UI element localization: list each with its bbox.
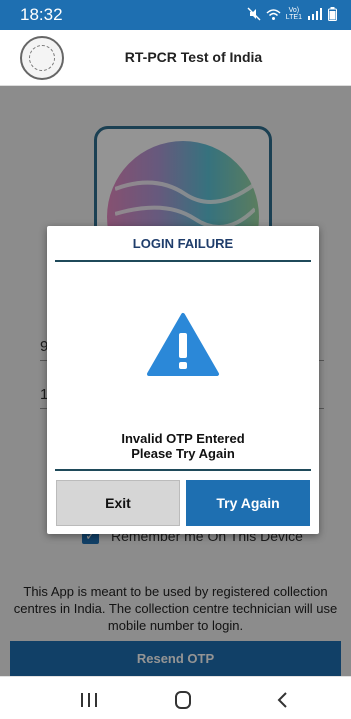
status-icons: Vo) LTE1 [247, 7, 337, 21]
system-nav-bar [0, 676, 351, 719]
dialog-message-line2: Please Try Again [131, 446, 235, 461]
recents-icon[interactable] [74, 688, 104, 712]
dialog-divider-bottom [55, 469, 311, 471]
volte-line2: LTE1 [285, 14, 302, 21]
status-bar: 18:32 Vo) LTE1 [0, 0, 351, 30]
exit-button[interactable]: Exit [56, 480, 180, 526]
volte-indicator: Vo) LTE1 [286, 7, 302, 21]
dialog-message: Invalid OTP Entered Please Try Again [47, 431, 319, 461]
dialog-title: LOGIN FAILURE [132, 236, 234, 251]
try-again-button[interactable]: Try Again [186, 480, 310, 526]
wifi-icon [266, 8, 281, 20]
home-icon[interactable] [168, 688, 198, 712]
mute-icon [247, 7, 261, 21]
app-header: RT-PCR Test of India [0, 30, 351, 86]
page-title: RT-PCR Test of India [124, 49, 263, 65]
warning-icon [147, 313, 219, 376]
volte-line1: Vo) [288, 7, 300, 14]
login-failure-dialog: LOGIN FAILURE Invalid OTP Entered Please… [47, 226, 319, 534]
status-time: 18:32 [20, 5, 63, 24]
back-icon[interactable] [268, 688, 298, 712]
signal-icon [308, 8, 322, 20]
battery-icon [328, 7, 337, 21]
dialog-message-line1: Invalid OTP Entered [121, 431, 245, 446]
dialog-divider-top [55, 260, 311, 262]
